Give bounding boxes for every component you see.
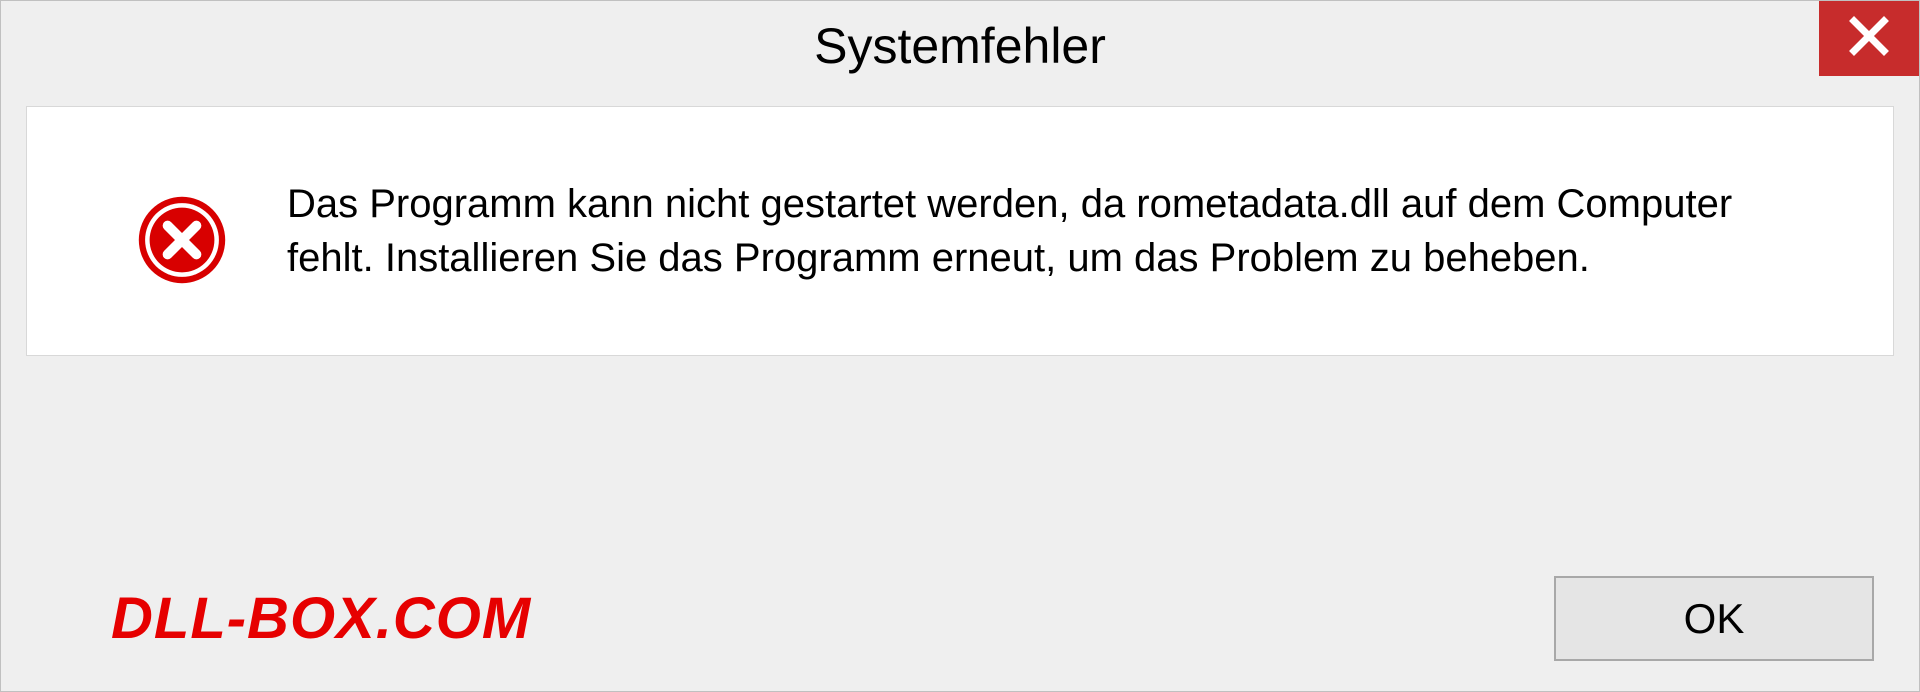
close-icon	[1846, 13, 1892, 64]
dialog-footer: DLL-BOX.COM OK	[1, 576, 1919, 661]
watermark-text: DLL-BOX.COM	[111, 585, 531, 652]
error-icon	[137, 195, 227, 285]
titlebar: Systemfehler	[1, 1, 1919, 91]
content-panel: Das Programm kann nicht gestartet werden…	[26, 106, 1894, 356]
error-dialog: Systemfehler Das Programm kann nicht ges…	[0, 0, 1920, 692]
close-button[interactable]	[1819, 1, 1919, 76]
ok-button[interactable]: OK	[1554, 576, 1874, 661]
error-message: Das Programm kann nicht gestartet werden…	[287, 177, 1807, 285]
dialog-title: Systemfehler	[814, 17, 1106, 75]
